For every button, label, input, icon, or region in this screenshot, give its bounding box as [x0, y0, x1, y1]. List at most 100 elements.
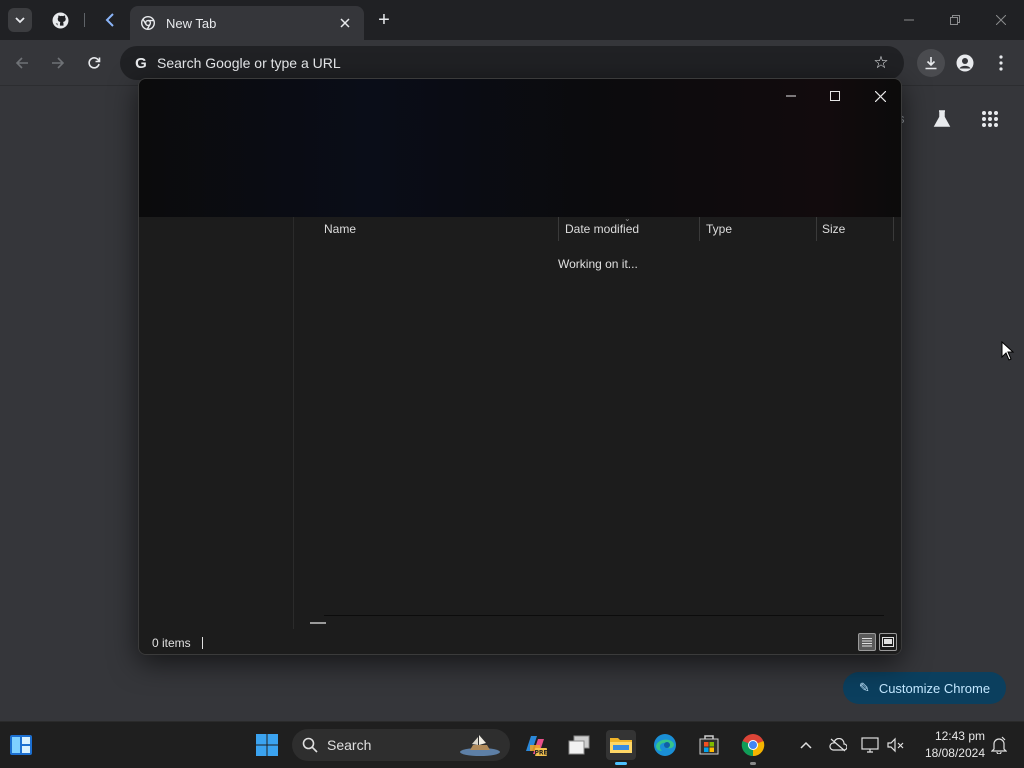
pencil-icon: ✎: [858, 680, 870, 695]
volume-muted-icon: [887, 737, 904, 753]
windows-logo-icon: [256, 734, 278, 756]
search-highlight-icon: [460, 735, 500, 756]
column-divider[interactable]: [558, 217, 559, 241]
chrome-favicon: [140, 15, 156, 31]
large-icons-view-button[interactable]: [879, 633, 897, 651]
svg-text:PRE: PRE: [534, 750, 547, 757]
item-count: 0 items: [152, 635, 191, 650]
notifications-button[interactable]: [988, 732, 1010, 758]
copilot-button[interactable]: PRE: [520, 730, 550, 760]
chevron-up-icon: [800, 741, 812, 749]
column-header-type[interactable]: Type: [706, 217, 806, 241]
taskbar-chrome[interactable]: [738, 730, 768, 765]
forward-button[interactable]: [45, 50, 71, 76]
close-icon: [874, 90, 886, 102]
widgets-icon: [10, 735, 32, 755]
show-hidden-icons-button[interactable]: [796, 732, 816, 758]
tab-separator: [84, 13, 85, 27]
column-type-label: Type: [706, 222, 733, 236]
chrome-icon: [741, 734, 765, 757]
start-button[interactable]: [252, 730, 282, 760]
large-icons-view-icon: [882, 637, 894, 647]
profile-icon: [956, 54, 974, 72]
column-divider[interactable]: [893, 217, 894, 241]
onedrive-tray-button[interactable]: [826, 732, 850, 758]
browser-minimize-button[interactable]: [894, 8, 924, 32]
loading-message: Working on it...: [558, 257, 638, 271]
details-view-icon: [862, 638, 872, 647]
taskbar-microsoft-store[interactable]: [694, 730, 724, 760]
navigation-pane[interactable]: [139, 217, 294, 629]
onedrive-paused-icon: [829, 738, 847, 752]
google-apps-button[interactable]: [976, 105, 1004, 133]
column-date-label: Date modified: [565, 222, 640, 236]
reload-button[interactable]: [81, 50, 107, 76]
apps-grid-icon: [982, 111, 998, 127]
address-input[interactable]: [157, 55, 870, 71]
tab-new-tab[interactable]: New Tab: [130, 6, 364, 40]
back-button[interactable]: [9, 50, 35, 76]
column-name-label: Name: [324, 222, 357, 236]
taskbar-file-explorer[interactable]: [606, 730, 636, 765]
edge-icon: [654, 734, 676, 756]
volume-tray-button[interactable]: [884, 732, 908, 758]
browser-restore-button[interactable]: [940, 8, 970, 32]
file-explorer-window: Name ⌄ Date modified Type Size Working o…: [138, 78, 902, 655]
details-view-button[interactable]: [858, 633, 876, 651]
new-tab-button[interactable]: +: [372, 8, 396, 32]
network-tray-button[interactable]: [858, 732, 882, 758]
more-icon: [999, 55, 1003, 71]
restore-icon: [950, 15, 960, 25]
minimize-icon: [786, 95, 796, 97]
column-header-name[interactable]: Name: [324, 217, 554, 241]
explorer-minimize-button[interactable]: [769, 83, 813, 109]
explorer-status-bar: 0 items: [139, 629, 901, 654]
horizontal-scrollbar-track[interactable]: [324, 615, 884, 616]
explorer-title-bar[interactable]: [139, 79, 901, 217]
chevron-down-icon: [15, 17, 25, 24]
column-divider[interactable]: [816, 217, 817, 241]
column-header-date-modified[interactable]: Date modified: [565, 217, 695, 241]
download-icon: [925, 57, 937, 70]
mouse-cursor-icon: [1001, 341, 1015, 361]
taskbar-search[interactable]: Search: [292, 729, 510, 761]
explorer-close-button[interactable]: [858, 83, 901, 109]
network-icon: [861, 737, 879, 753]
star-icon[interactable]: ☆: [870, 52, 892, 74]
browser-close-button[interactable]: [986, 8, 1016, 32]
column-divider[interactable]: [699, 217, 700, 241]
customize-chrome-button[interactable]: ✎ Customize Chrome: [843, 672, 1006, 704]
store-icon: [699, 735, 719, 755]
address-bar[interactable]: G ☆: [120, 46, 904, 80]
download-button[interactable]: [917, 49, 945, 77]
explorer-maximize-button[interactable]: [813, 83, 857, 109]
copilot-icon: PRE: [526, 736, 548, 757]
tab-title: New Tab: [166, 15, 217, 31]
collapsed-tab-group[interactable]: [98, 8, 122, 32]
profile-button[interactable]: [952, 50, 978, 76]
customize-chrome-label: Customize Chrome: [878, 680, 991, 696]
google-g-icon: G: [135, 54, 147, 72]
horizontal-scrollbar-thumb[interactable]: [310, 622, 326, 624]
close-icon: [996, 15, 1006, 25]
tab-strip: New Tab +: [0, 0, 1024, 40]
file-list-pane[interactable]: Name ⌄ Date modified Type Size Working o…: [294, 214, 901, 629]
pinned-tab-github[interactable]: [48, 8, 72, 32]
github-icon: [52, 12, 68, 28]
clock-time: 12:43 pm: [934, 729, 985, 743]
taskbar-edge[interactable]: [650, 730, 680, 760]
search-label: Search: [327, 737, 372, 753]
close-icon[interactable]: [336, 14, 354, 32]
clock[interactable]: 12:43 pm 18/08/2024: [915, 728, 985, 762]
tab-search-button[interactable]: [8, 8, 32, 32]
more-menu-button[interactable]: [988, 50, 1014, 76]
labs-button[interactable]: [928, 105, 956, 133]
back-icon: [15, 57, 28, 69]
reload-icon: [88, 57, 101, 69]
widgets-button[interactable]: [6, 730, 36, 760]
minimize-icon: [904, 19, 914, 21]
flask-icon: [933, 110, 951, 127]
column-header-size[interactable]: Size: [822, 217, 892, 241]
task-view-button[interactable]: [564, 730, 594, 760]
plus-icon: +: [378, 8, 390, 31]
